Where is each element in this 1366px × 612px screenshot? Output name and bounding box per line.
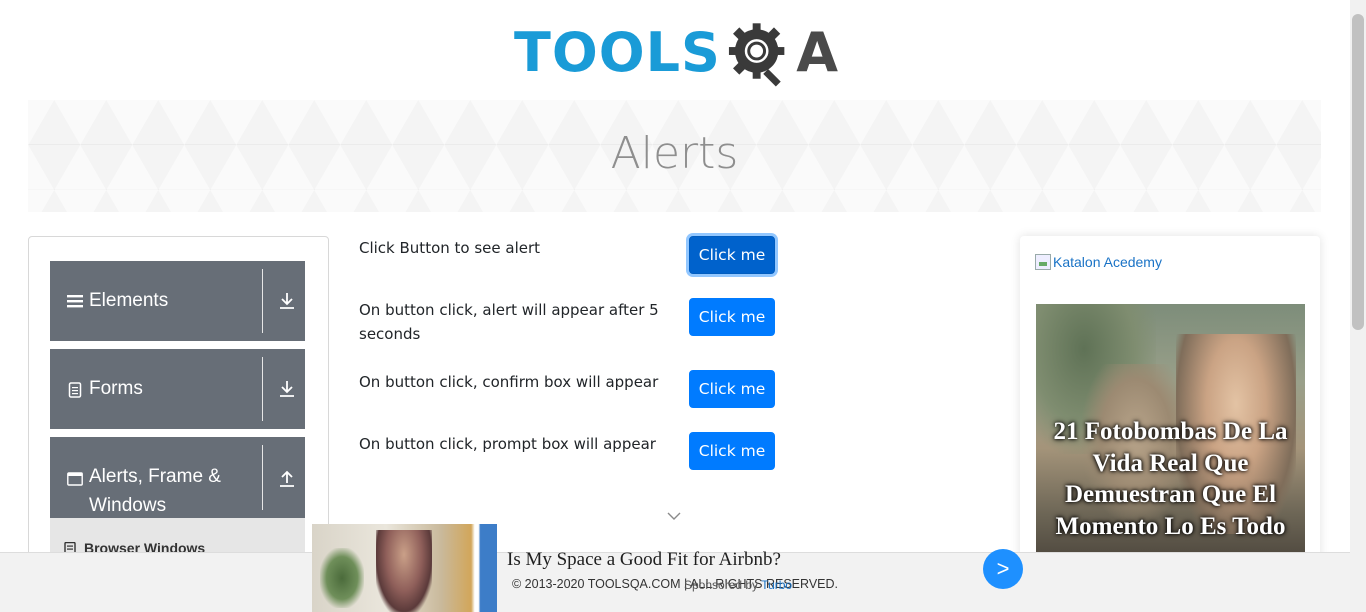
hamburger-icon xyxy=(67,295,83,308)
broken-image-icon xyxy=(1035,254,1051,270)
divider xyxy=(262,269,263,333)
sidebar-group-forms[interactable]: Forms xyxy=(50,349,305,429)
alert-row-text: Click Button to see alert xyxy=(359,239,541,257)
ad-headline[interactable]: 21 Fotobombas De La Vida Real Que Demues… xyxy=(1040,416,1301,542)
sticky-ad[interactable]: Is My Space a Good Fit for Airbnb? Spons… xyxy=(312,524,1023,612)
download-arrow-icon[interactable] xyxy=(278,379,296,399)
page-banner: Alerts xyxy=(28,100,1321,212)
sponsor-prefix: Sponsored by xyxy=(684,578,759,592)
logo-text-a: A xyxy=(796,21,838,84)
right-ad: Katalon Acedemy 21 Fotobombas De La Vida… xyxy=(1020,236,1320,566)
download-arrow-icon[interactable] xyxy=(278,291,296,311)
page: TOOLS A Alerts Elements Forms Alerts, Fr… xyxy=(0,0,1366,612)
sidebar-group-label: Forms xyxy=(89,378,143,399)
sponsor-name[interactable]: Turbo xyxy=(761,578,792,592)
gear-magnifier-icon xyxy=(728,23,785,87)
divider xyxy=(262,445,263,510)
timer-alert-row-text: On button click, alert will appear after… xyxy=(359,301,659,343)
alert-button[interactable]: Click me xyxy=(689,236,775,274)
sidebar-group-label: Elements xyxy=(89,290,169,311)
sidebar-group-alerts-frame-windows[interactable]: Alerts, Frame & Windows xyxy=(50,437,305,518)
logo-text-tools: TOOLS xyxy=(514,21,721,84)
confirm-row-text: On button click, confirm box will appear xyxy=(359,373,659,391)
toolsqa-logo[interactable]: TOOLS A xyxy=(514,14,838,92)
sidebar-group-elements[interactable]: Elements xyxy=(50,261,305,341)
ad-photo-man xyxy=(376,530,432,612)
timer-alert-button[interactable]: Click me xyxy=(689,298,775,336)
sticky-ad-title[interactable]: Is My Space a Good Fit for Airbnb? xyxy=(507,549,781,571)
upload-arrow-icon[interactable] xyxy=(278,469,296,489)
sidebar-group-label: Alerts, Frame & Windows xyxy=(89,466,221,516)
document-icon xyxy=(68,382,82,398)
sticky-ad-image[interactable] xyxy=(312,524,497,612)
confirm-button[interactable]: Click me xyxy=(689,370,775,408)
page-title: Alerts xyxy=(610,128,739,179)
prompt-row-text: On button click, prompt box will appear xyxy=(359,435,656,453)
ad-photo-plant xyxy=(320,548,364,608)
prompt-button[interactable]: Click me xyxy=(689,432,775,470)
divider xyxy=(262,357,263,421)
sticky-ad-next-button[interactable]: > xyxy=(983,549,1023,589)
scrollbar-thumb[interactable] xyxy=(1352,14,1364,330)
scrollbar[interactable] xyxy=(1350,0,1366,612)
ad-image[interactable]: 21 Fotobombas De La Vida Real Que Demues… xyxy=(1036,304,1305,566)
chevron-down-icon[interactable] xyxy=(666,510,682,522)
window-icon xyxy=(67,472,83,486)
ad-link-text: Katalon Acedemy xyxy=(1053,254,1162,270)
sticky-ad-sponsor: Sponsored by Turbo xyxy=(684,578,792,592)
katalon-ad-link[interactable]: Katalon Acedemy xyxy=(1035,254,1162,270)
